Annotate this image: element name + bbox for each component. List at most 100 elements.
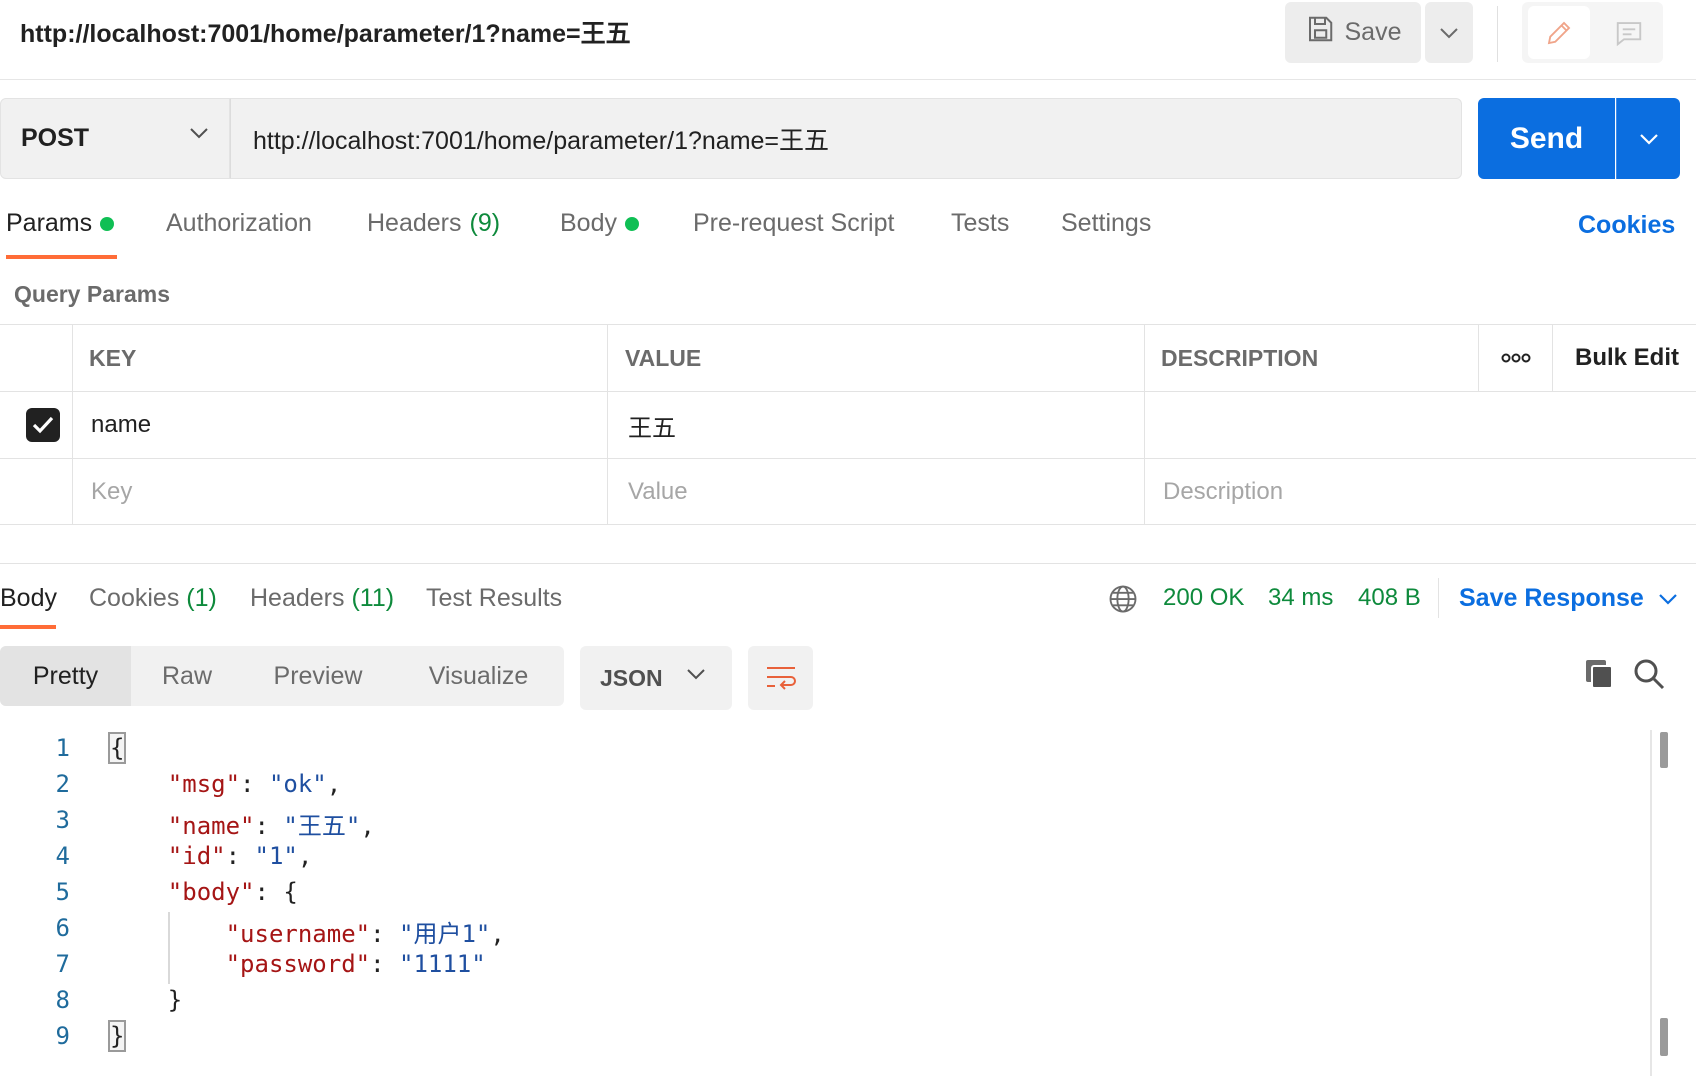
close-brace: } — [167, 986, 183, 1014]
active-tab-underline — [6, 255, 117, 259]
new-value-field[interactable]: Value — [607, 459, 1144, 525]
line-number: 5 — [55, 878, 70, 906]
code-line: { — [107, 732, 127, 764]
json-key: "msg" — [167, 770, 241, 798]
save-label: Save — [1344, 18, 1402, 46]
save-response-button[interactable]: Save Response — [1459, 584, 1678, 613]
checkmark-icon — [32, 416, 54, 434]
open-brace: { — [107, 732, 127, 764]
response-tab-body[interactable]: Body — [0, 584, 57, 613]
response-tab-test-results[interactable]: Test Results — [426, 584, 562, 613]
column-header-key: KEY — [72, 325, 607, 391]
more-icon[interactable] — [1478, 325, 1552, 391]
divider — [1438, 578, 1439, 618]
status-code[interactable]: 200 OK — [1163, 584, 1244, 612]
response-body-code[interactable]: 1 2 3 4 5 6 7 8 9 { "msg": "ok", "name":… — [0, 730, 1660, 1076]
tab-params[interactable]: Params — [6, 209, 115, 238]
tab-headers[interactable]: Headers (9) — [367, 209, 500, 238]
code-line: "body": { — [167, 878, 298, 906]
json-key: "password" — [225, 950, 371, 978]
param-value-field[interactable]: 王五 — [607, 392, 1144, 458]
code-line: "id": "1", — [167, 842, 313, 870]
view-pretty-button[interactable]: Pretty — [0, 646, 131, 706]
line-number: 6 — [55, 914, 70, 942]
chevron-down-icon — [1659, 593, 1677, 605]
bulk-edit-button[interactable]: Bulk Edit — [1552, 325, 1696, 391]
param-description-field[interactable] — [1144, 392, 1696, 458]
view-raw-button[interactable]: Raw — [131, 646, 243, 706]
view-preview-button[interactable]: Preview — [243, 646, 393, 706]
json-key: "name" — [167, 812, 255, 840]
comment-icon[interactable] — [1602, 6, 1656, 59]
json-key: "body" — [167, 878, 255, 906]
close-brace: } — [107, 1020, 127, 1052]
url-input[interactable]: http://localhost:7001/home/parameter/1?n… — [230, 98, 1462, 179]
send-options-button[interactable] — [1616, 98, 1680, 179]
active-indicator — [100, 216, 115, 231]
tab-label: Body — [560, 209, 617, 237]
query-params-heading: Query Params — [14, 281, 170, 307]
scrollbar-thumb[interactable] — [1660, 732, 1668, 768]
send-button[interactable]: Send — [1478, 98, 1615, 179]
line-number: 9 — [55, 1022, 70, 1050]
code-line: "username": "用户1", — [225, 920, 505, 948]
headers-count: (11) — [351, 584, 395, 612]
format-label: JSON — [600, 664, 663, 691]
line-number: 7 — [55, 950, 70, 978]
table-row: name 王五 — [0, 392, 1696, 459]
table-header-row: KEY VALUE DESCRIPTION Bulk Edit — [0, 325, 1696, 392]
new-description-field[interactable]: Description — [1144, 459, 1696, 525]
response-divider[interactable] — [0, 563, 1696, 564]
edit-icon[interactable] — [1528, 6, 1590, 59]
request-header: http://localhost:7001/home/parameter/1?n… — [0, 0, 1696, 80]
open-brace: { — [283, 878, 298, 906]
chevron-down-icon — [1440, 27, 1458, 38]
headers-count: (9) — [469, 209, 501, 237]
tab-settings[interactable]: Settings — [1061, 209, 1151, 238]
wrap-lines-icon[interactable] — [748, 646, 813, 710]
request-title[interactable]: http://localhost:7001/home/parameter/1?n… — [20, 14, 631, 50]
side-actions — [1522, 2, 1663, 63]
cookies-link[interactable]: Cookies — [1578, 211, 1675, 240]
code-line: "password": "1111" — [225, 950, 486, 978]
method-select[interactable]: POST — [0, 98, 230, 179]
chevron-down-icon — [190, 128, 208, 139]
search-icon[interactable] — [1633, 658, 1665, 695]
scrollbar-thumb[interactable] — [1660, 1018, 1668, 1056]
code-line: "msg": "ok", — [167, 770, 342, 798]
globe-icon[interactable] — [1108, 584, 1138, 619]
code-line: "name": "王五", — [167, 812, 375, 840]
tab-pre-request-script[interactable]: Pre-request Script — [693, 209, 894, 238]
format-select[interactable]: JSON — [580, 646, 732, 710]
json-value: "1111" — [399, 950, 486, 978]
json-value: "用户1" — [399, 920, 491, 948]
column-header-value: VALUE — [607, 325, 1144, 391]
save-options-button[interactable] — [1425, 2, 1473, 63]
response-time[interactable]: 34 ms — [1268, 584, 1333, 612]
copy-icon[interactable] — [1584, 658, 1614, 695]
response-size[interactable]: 408 B — [1358, 584, 1421, 612]
param-key-field[interactable]: name — [72, 392, 607, 458]
code-line: } — [110, 986, 182, 1014]
json-value: "ok" — [268, 770, 327, 798]
response-tab-headers[interactable]: Headers (11) — [250, 584, 394, 613]
tab-label: Headers — [367, 209, 462, 237]
new-key-field[interactable]: Key — [72, 459, 607, 525]
divider — [1497, 6, 1498, 62]
save-button[interactable]: Save — [1285, 2, 1421, 63]
tab-body[interactable]: Body — [560, 209, 639, 238]
tab-authorization[interactable]: Authorization — [166, 209, 312, 238]
view-visualize-button[interactable]: Visualize — [393, 646, 564, 706]
scrollbar-track[interactable] — [1650, 730, 1652, 1076]
column-header-description: DESCRIPTION — [1144, 325, 1478, 391]
line-number: 3 — [55, 806, 70, 834]
table-row-empty: Key Value Description — [0, 459, 1696, 525]
line-number: 2 — [55, 770, 70, 798]
tab-tests[interactable]: Tests — [951, 209, 1009, 238]
row-checkbox-cell — [0, 392, 72, 458]
response-tab-cookies[interactable]: Cookies (1) — [89, 584, 217, 613]
save-response-label: Save Response — [1459, 584, 1644, 612]
line-number: 8 — [55, 986, 70, 1014]
row-enabled-checkbox[interactable] — [26, 408, 60, 442]
response-view-switcher: Pretty Raw Preview Visualize — [0, 646, 564, 706]
